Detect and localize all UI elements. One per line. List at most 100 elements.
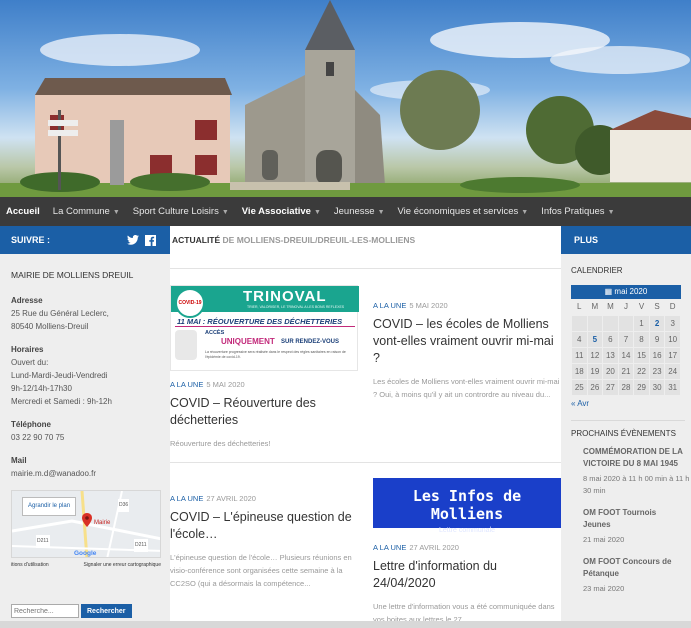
calendar-day: 30 xyxy=(648,378,666,396)
calendar-day: 21 xyxy=(617,362,635,380)
post-title[interactable]: COVID – les écoles de Molliens vont-elle… xyxy=(373,316,561,367)
newsletter-subline: Lettre communale xyxy=(438,527,496,534)
appointment-label: SUR RENDEZ-VOUS xyxy=(281,339,340,345)
hours-line: Mercredi et Samedi : 9h-12h xyxy=(11,397,112,406)
calendar-day: 14 xyxy=(617,346,635,364)
calendar-day[interactable]: 5 xyxy=(586,330,604,348)
calendar-title: CALENDRIER xyxy=(571,266,623,275)
post-card: A LA UNE 5 MAI 2020 COVID – Réouverture d… xyxy=(170,374,358,450)
map-terms-link[interactable]: itions d'utilisation xyxy=(11,559,49,572)
post-category[interactable]: A LA UNE xyxy=(170,494,203,503)
hours-line: 9h-12/14h-17h30 xyxy=(11,384,72,393)
search-form: Rechercher xyxy=(11,604,159,618)
weekday-header: V xyxy=(638,302,645,312)
calendar-day: 3 xyxy=(664,314,681,332)
calendar-day[interactable]: 2 xyxy=(648,314,666,332)
section-title-key: ACTUALITÉ xyxy=(172,235,221,245)
nav-item[interactable]: Accueil xyxy=(6,206,40,217)
location-map[interactable]: Agrandir le plan D36 D211 D211 Mairie Go… xyxy=(11,490,161,558)
calendar-day: 12 xyxy=(586,346,604,364)
divider xyxy=(170,462,561,463)
nav-item-label: Vie économiques et services xyxy=(397,206,519,217)
calendar-day: 7 xyxy=(617,330,635,348)
post-title[interactable]: COVID – L'épineuse question de l'école… xyxy=(170,509,358,543)
event-title[interactable]: COMMÉMORATION DE LA VICTOIRE DU 8 MAI 19… xyxy=(561,446,691,470)
calendar-month-label: mai 2020 xyxy=(614,287,648,296)
nav-item[interactable]: Jeunesse ▼ xyxy=(334,206,385,217)
chevron-down-icon: ▼ xyxy=(313,209,321,216)
calendar-day: 1 xyxy=(633,314,650,332)
trinoval-post-image[interactable]: COVID-19 TRINOVAL TRIER, VALORISER, LE T… xyxy=(170,285,359,371)
enlarge-map-button[interactable]: Agrandir le plan xyxy=(22,497,77,516)
calendar-day: 4 xyxy=(571,330,588,348)
events-title: PROCHAINS ÉVÈNEMENTS xyxy=(571,428,676,438)
mail-value[interactable]: mairie.m.d@wanadoo.fr xyxy=(11,467,159,480)
nav-item[interactable]: Sport Culture Loisirs ▼ xyxy=(133,206,229,217)
calendar-day: 25 xyxy=(571,378,588,396)
chevron-down-icon: ▼ xyxy=(521,209,529,216)
post-excerpt: Réouverture des déchetteries! xyxy=(170,439,271,448)
newsletter-post-image[interactable]: Les Infos de Molliens Lettre communale xyxy=(373,478,561,534)
nav-item[interactable]: Vie Associative ▼ xyxy=(242,206,321,217)
post-category[interactable]: A LA UNE xyxy=(373,301,406,310)
address-line: 25 Rue du Général Leclerc, xyxy=(11,309,109,318)
post-date: 5 MAI 2020 xyxy=(409,301,448,310)
calendar-day: 26 xyxy=(586,378,604,396)
twitter-icon[interactable] xyxy=(127,235,139,245)
calendar-day: 6 xyxy=(602,330,619,348)
nav-item[interactable]: La Commune ▼ xyxy=(53,206,120,217)
event-date: 21 mai 2020 xyxy=(583,534,625,544)
map-pin-label: Mairie xyxy=(94,520,111,526)
news-content: ACTUALITÉ DE MOLLIENS-DREUIL/DREUIL-LES-… xyxy=(170,226,561,621)
google-logo: Google xyxy=(74,550,97,557)
nav-item-label: Infos Pratiques xyxy=(541,206,605,217)
calendar-month: ▦ mai 2020 xyxy=(571,285,681,299)
nav-item[interactable]: Vie économiques et services ▼ xyxy=(398,206,529,217)
road-label: D211 xyxy=(36,535,50,548)
header-banner-image xyxy=(0,0,691,197)
post-category[interactable]: A LA UNE xyxy=(170,380,203,389)
calendar-icon: ▦ xyxy=(604,287,615,296)
map-report-link[interactable]: Signaler une erreur cartographique xyxy=(83,559,161,572)
search-input[interactable] xyxy=(11,604,79,618)
trinoval-headline: 11 MAI : RÉOUVERTURE DES DÉCHETTERIES xyxy=(177,317,343,326)
post-date: 27 AVRIL 2020 xyxy=(409,543,459,552)
nav-item-label: La Commune xyxy=(52,206,110,217)
calendar-day: 17 xyxy=(664,346,681,364)
facebook-icon[interactable] xyxy=(145,234,156,246)
event-date: 8 mai 2020 à 11 h 00 min à 11 h 30 min xyxy=(583,473,690,495)
hours-line: Ouvert du: xyxy=(11,358,49,367)
nav-item-label: Vie Associative xyxy=(241,206,311,217)
covid-badge: COVID-19 xyxy=(175,288,205,318)
post-card: A LA UNE 27 AVRIL 2020 Lettre d'informati… xyxy=(373,537,561,621)
post-excerpt: Une lettre d'information vous a été comm… xyxy=(373,602,555,621)
map-pin-icon xyxy=(82,513,92,527)
church-village-photo xyxy=(0,0,691,197)
post-title[interactable]: Lettre d'information du 24/04/2020 xyxy=(373,558,561,592)
event-title[interactable]: OM FOOT Concours de Pétanque xyxy=(561,556,691,580)
calendar-day: 13 xyxy=(602,346,619,364)
event-title[interactable]: OM FOOT Tournois Jeunes xyxy=(561,507,691,531)
post-category[interactable]: A LA UNE xyxy=(373,543,406,552)
calendar-day: 11 xyxy=(571,346,588,364)
calendar-day: 24 xyxy=(664,362,681,380)
event-item: OM FOOT Tournois Jeunes 21 mai 2020 xyxy=(561,507,691,546)
nav-item[interactable]: Infos Pratiques ▼ xyxy=(541,206,614,217)
calendar-day: 16 xyxy=(648,346,666,364)
previous-month-link[interactable]: « Avr xyxy=(561,399,691,408)
event-date: 23 mai 2020 xyxy=(583,583,625,593)
calendar-empty-cell xyxy=(602,314,619,332)
divider xyxy=(170,268,561,269)
left-sidebar: SUIVRE : MAIRIE DE MOLLIENS DREUIL Adres… xyxy=(0,226,170,621)
calendar-day: 19 xyxy=(586,362,604,380)
trinoval-tagline: TRIER, VALORISER, LE TRINOVAL A LES BONS… xyxy=(247,305,345,309)
chevron-down-icon: ▼ xyxy=(112,209,120,216)
main-navigation: Accueil La Commune ▼ Sport Culture Loisirs ▼… xyxy=(0,197,691,226)
calendar-day: 9 xyxy=(648,330,666,348)
post-title[interactable]: COVID – Réouverture des déchetteries xyxy=(170,395,358,429)
phone-value[interactable]: 03 22 90 70 75 xyxy=(11,431,159,444)
calendar-day: 8 xyxy=(633,330,650,348)
hours-label: Horaires xyxy=(11,345,44,354)
post-excerpt: L'épineuse question de l'école… Plusieur… xyxy=(170,553,352,588)
search-button[interactable]: Rechercher xyxy=(81,604,132,618)
